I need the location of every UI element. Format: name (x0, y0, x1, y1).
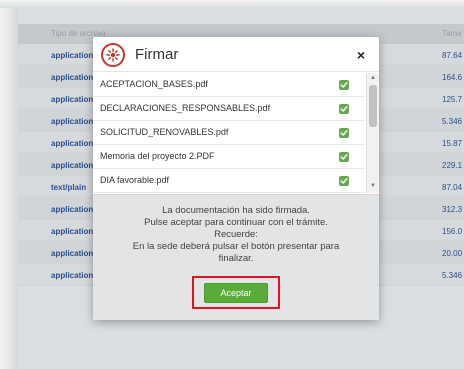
left-shadow (0, 0, 18, 369)
file-size-cell: 156.0 (442, 227, 463, 236)
column-header-size: Tama (442, 29, 462, 38)
message-line: Recuerde: (214, 229, 258, 240)
file-type-cell[interactable]: application (51, 271, 93, 280)
file-type-cell[interactable]: application (51, 205, 93, 214)
message-line: La documentación ha sido firmada. (162, 205, 310, 216)
file-size-cell: 312.3 (442, 205, 463, 214)
sign-dialog: Firmar × ACEPTACION_BASES.pdf DECLARACION… (93, 37, 379, 320)
signed-check-icon (339, 176, 349, 186)
message-line: En la sede deberá pulsar el botón presen… (132, 241, 340, 252)
file-row: Memoria del proyecto 2.PDF (93, 145, 365, 169)
file-row: ACEPTACION_BASES.pdf (93, 73, 365, 97)
file-size-cell: 87.04 (442, 183, 463, 192)
message-panel: La documentación ha sido firmada. Pulse … (93, 194, 379, 320)
signed-check-icon (339, 80, 349, 90)
scroll-down-icon[interactable]: ▼ (370, 183, 376, 189)
file-type-cell[interactable]: text/plain (51, 183, 86, 192)
screenshot-frame: Tipo de archivo Tama application 87.64 app… (0, 0, 464, 369)
file-type-cell[interactable]: application (51, 227, 93, 236)
file-size-cell: 125.7 (442, 95, 463, 104)
file-row: SOLICITUD_RENOVABLES.pdf (93, 121, 365, 145)
file-name: SOLICITUD_RENOVABLES.pdf (100, 127, 229, 137)
file-name: DECLARACIONES_RESPONSABLES.pdf (100, 103, 271, 113)
top-shadow (0, 0, 464, 8)
file-type-cell[interactable]: application (51, 117, 93, 126)
file-name: ACEPTACION_BASES.pdf (100, 79, 208, 89)
file-row: DIA favorable.pdf (93, 169, 365, 193)
file-size-cell: 164.6 (442, 73, 463, 82)
scroll-thumb[interactable] (369, 85, 377, 127)
signature-icon (101, 43, 125, 67)
file-name: DIA favorable.pdf (100, 175, 170, 185)
file-type-cell[interactable]: application (51, 73, 93, 82)
file-name: Memoria del proyecto 2.PDF (100, 151, 215, 161)
file-size-cell: 229.1 (442, 161, 463, 170)
dialog-title: Firmar (135, 46, 179, 63)
file-size-cell: 15.87 (442, 139, 463, 148)
file-size-cell: 5.346 (442, 271, 463, 280)
signed-check-icon (339, 104, 349, 114)
dialog-header: Firmar × (93, 37, 379, 72)
close-button[interactable]: × (353, 47, 369, 63)
signed-check-icon (339, 152, 349, 162)
signed-file-list: ACEPTACION_BASES.pdf DECLARACIONES_RESPON… (93, 73, 379, 193)
file-type-cell[interactable]: application (51, 249, 93, 258)
scroll-up-icon[interactable]: ▲ (370, 75, 376, 81)
file-size-cell: 20.00 (442, 249, 463, 258)
file-type-cell[interactable]: application (51, 161, 93, 170)
signed-check-icon (339, 128, 349, 138)
accept-button[interactable]: Aceptar (204, 283, 268, 303)
file-type-cell[interactable]: application (51, 95, 93, 104)
accept-button-highlight: Aceptar (192, 276, 280, 309)
message-line: finalizar. (218, 253, 254, 264)
message-line: Pulse aceptar para continuar con el trám… (144, 217, 328, 228)
file-size-cell: 87.64 (442, 51, 463, 60)
file-type-cell[interactable]: application (51, 139, 93, 148)
file-size-cell: 5.346 (442, 117, 463, 126)
file-row: DECLARACIONES_RESPONSABLES.pdf (93, 97, 365, 121)
file-type-cell[interactable]: application (51, 51, 93, 60)
file-list-scrollbar[interactable]: ▲ ▼ (366, 73, 379, 193)
